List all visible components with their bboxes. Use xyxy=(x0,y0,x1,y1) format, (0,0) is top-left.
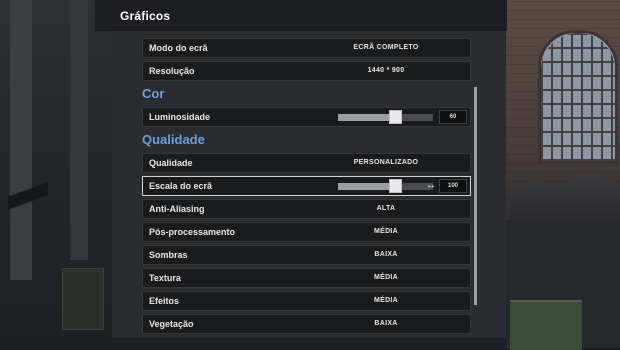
screen-scale-slider-fill xyxy=(338,183,395,190)
setting-label: Textura xyxy=(149,273,181,283)
screen-scale-value-box[interactable]: 100 xyxy=(439,179,467,193)
setting-row-brightness[interactable]: Luminosidade 60 xyxy=(142,107,471,127)
setting-row-quality-preset[interactable]: Qualidade PERSONALIZADO xyxy=(142,153,471,173)
setting-label: Escala do ecrã xyxy=(149,181,213,191)
setting-label: Modo do ecrã xyxy=(149,43,208,53)
setting-label: Resolução xyxy=(149,66,195,76)
setting-row-anti-aliasing[interactable]: Anti-Aliasing ALTA xyxy=(142,199,471,219)
setting-row-vegetation[interactable]: Vegetação BAIXA xyxy=(142,314,471,334)
setting-value[interactable]: BAIXA xyxy=(338,320,434,327)
setting-row-texture[interactable]: Textura MÉDIA xyxy=(142,268,471,288)
setting-value[interactable]: MÉDIA xyxy=(338,297,434,304)
setting-label: Qualidade xyxy=(149,158,193,168)
panel-title: Gráficos xyxy=(120,9,171,23)
arched-window-image xyxy=(538,30,618,164)
setting-label: Efeitos xyxy=(149,296,180,306)
ammo-box-image xyxy=(510,300,582,350)
setting-row-display-mode[interactable]: Modo do ecrã ECRÃ COMPLETO xyxy=(142,38,471,58)
section-heading-color: Cor xyxy=(142,86,165,101)
crate-image xyxy=(62,268,104,330)
setting-value[interactable]: ALTA xyxy=(338,205,434,212)
setting-label: Luminosidade xyxy=(149,112,211,122)
panel-footer xyxy=(112,338,506,348)
setting-label: Vegetação xyxy=(149,319,194,329)
setting-row-effects[interactable]: Efeitos MÉDIA xyxy=(142,291,471,311)
setting-value[interactable]: PERSONALIZADO xyxy=(338,159,434,166)
setting-label: Sombras xyxy=(149,250,188,260)
setting-label: Pós-processamento xyxy=(149,227,236,237)
screen-scale-slider-knob[interactable] xyxy=(389,179,402,193)
setting-value[interactable]: 1440 * 900 xyxy=(338,67,434,74)
horizontal-arrows-icon: ↔ xyxy=(426,180,436,191)
setting-value[interactable]: MÉDIA xyxy=(338,228,434,235)
rifle-image xyxy=(8,130,48,280)
brightness-slider-fill xyxy=(338,114,395,121)
setting-row-post-processing[interactable]: Pós-processamento MÉDIA xyxy=(142,222,471,242)
setting-label: Anti-Aliasing xyxy=(149,204,205,214)
setting-row-shadows[interactable]: Sombras BAIXA xyxy=(142,245,471,265)
setting-value[interactable]: BAIXA xyxy=(338,251,434,258)
background-pillar xyxy=(70,0,88,260)
setting-row-screen-scale[interactable]: Escala do ecrã ↔ 100 xyxy=(142,176,471,196)
section-heading-quality: Qualidade xyxy=(142,132,205,147)
brightness-slider-knob[interactable] xyxy=(389,110,402,124)
setting-value[interactable]: MÉDIA xyxy=(338,274,434,281)
background-left-scene xyxy=(0,0,112,348)
scrollbar-thumb[interactable] xyxy=(474,87,477,305)
setting-value[interactable]: ECRÃ COMPLETO xyxy=(338,44,434,51)
setting-row-resolution[interactable]: Resolução 1440 * 900 xyxy=(142,61,471,81)
brightness-value-box[interactable]: 60 xyxy=(439,110,467,124)
